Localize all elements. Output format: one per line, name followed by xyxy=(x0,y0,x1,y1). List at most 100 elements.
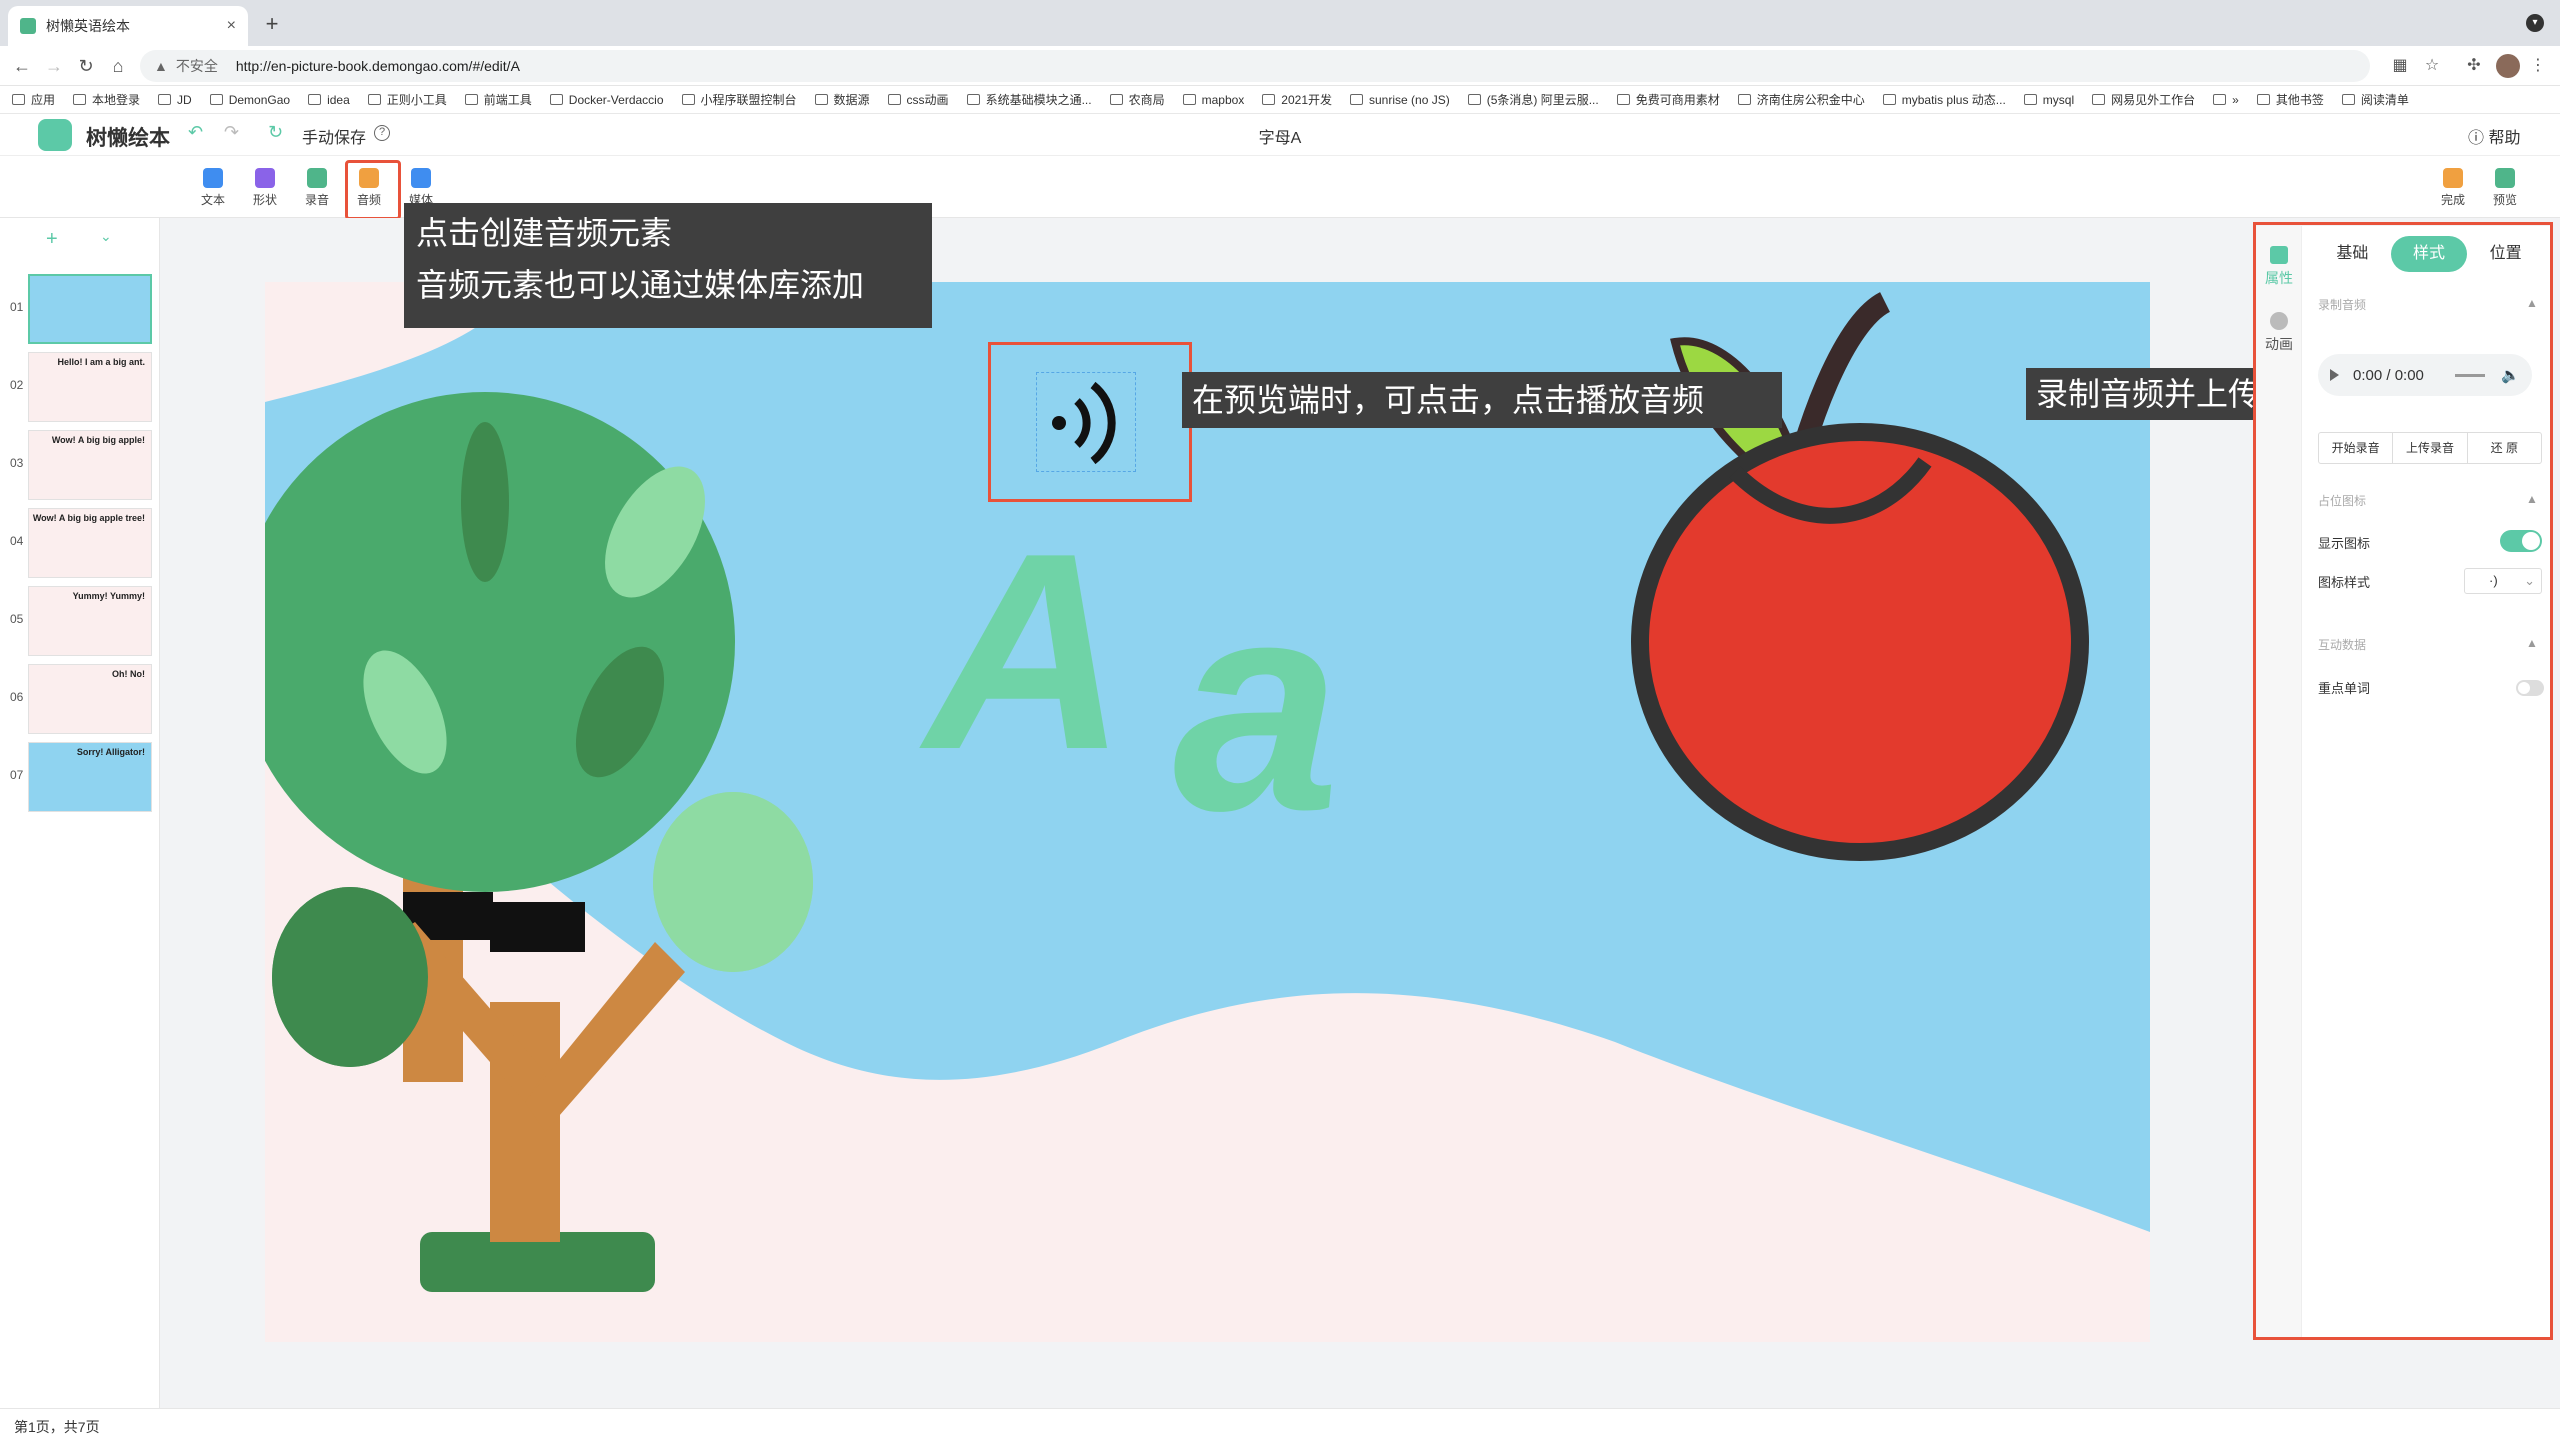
slide-thumbnail[interactable] xyxy=(28,274,152,344)
profile-avatar[interactable] xyxy=(2496,54,2520,78)
url-text: http://en-picture-book.demongao.com/#/ed… xyxy=(235,58,520,74)
bookmark-item[interactable]: 济南住房公积金中心 xyxy=(1737,91,1865,108)
bookmark-item[interactable]: » xyxy=(2213,93,2239,107)
bookmark-item[interactable]: 前端工具 xyxy=(464,91,532,108)
tool-media[interactable]: 媒体 xyxy=(400,168,442,208)
bookmark-item[interactable]: sunrise (no JS) xyxy=(1350,93,1450,107)
bookmark-item[interactable]: mysql xyxy=(2023,92,2075,107)
bookmark-item[interactable]: 阅读清单 xyxy=(2341,91,2409,108)
bookmark-item[interactable]: 数据源 xyxy=(814,91,870,108)
bookmark-label: 本地登录 xyxy=(92,93,141,107)
redo-icon[interactable]: ↷ xyxy=(224,122,239,143)
folder-icon xyxy=(73,94,87,105)
home-icon[interactable]: ⌂ xyxy=(106,54,130,78)
bookmark-label: (5条消息) 阿里云服... xyxy=(1486,93,1599,107)
bookmark-item[interactable]: 网易见外工作台 xyxy=(2092,91,2195,108)
tab-search-icon[interactable]: ▾ xyxy=(2526,14,2544,32)
bookmark-label: 免费可商用素材 xyxy=(1635,93,1720,107)
document-title: 字母A xyxy=(1258,130,1302,147)
tool-text[interactable]: 文本 xyxy=(192,168,234,208)
sound-wave-icon xyxy=(1052,381,1116,465)
qr-icon[interactable]: ▦ xyxy=(2390,56,2410,76)
slide-thumbnail[interactable]: Oh! No! xyxy=(28,664,152,734)
slide-number: 03 xyxy=(10,456,24,470)
letter-lower[interactable]: a xyxy=(1173,532,1340,878)
bookmark-item[interactable]: 农商局 xyxy=(1109,91,1165,108)
folder-icon xyxy=(1882,94,1896,105)
text-tool-icon xyxy=(203,168,223,188)
slide-canvas[interactable]: A a xyxy=(265,282,2150,1342)
slide-thumbnail[interactable]: Yummy! Yummy! xyxy=(28,586,152,656)
forward-icon[interactable]: → xyxy=(42,54,66,78)
tooltip-line: 音频元素也可以通过媒体库添加 xyxy=(416,267,865,303)
bookmark-item[interactable]: 2021开发 xyxy=(1262,91,1332,108)
done-icon xyxy=(2443,168,2463,188)
bookmark-label: mysql xyxy=(2042,92,2075,107)
bookmark-item[interactable]: mapbox xyxy=(1182,92,1245,107)
menu-icon[interactable]: ⋮ xyxy=(2528,56,2548,76)
bookmark-item[interactable]: Docker-Verdaccio xyxy=(549,93,664,107)
slide-thumbnail[interactable]: Wow! A big big apple! xyxy=(28,430,152,500)
preview-button[interactable]: 预览 xyxy=(2484,168,2526,208)
tool-record[interactable]: 录音 xyxy=(296,168,338,208)
slide-caption: Wow! A big big apple! xyxy=(51,435,145,445)
slide-thumbnail[interactable]: Sorry! Alligator! xyxy=(28,742,152,812)
done-button[interactable]: 完成 xyxy=(2432,168,2474,208)
folder-icon xyxy=(549,94,563,105)
tool-label: 文本 xyxy=(200,193,225,207)
shape-tool-icon xyxy=(255,168,275,188)
bookmark-label: mapbox xyxy=(1201,92,1245,107)
record-tool-icon xyxy=(307,168,327,188)
tab-title: 树懒英语绘本 xyxy=(46,18,130,34)
tab-close-icon[interactable]: × xyxy=(227,17,236,35)
bookmark-item[interactable]: 其他书签 xyxy=(2256,91,2324,108)
add-slide-icon[interactable]: + xyxy=(46,228,58,251)
bookmark-item[interactable]: 免费可商用素材 xyxy=(1616,91,1720,108)
bookmark-item[interactable]: 应用 xyxy=(12,91,55,108)
audio-tool-highlight xyxy=(345,160,401,220)
slide-thumbnail[interactable]: Wow! A big big apple tree! xyxy=(28,508,152,578)
bookmark-label: mybatis plus 动态... xyxy=(1901,93,2006,107)
bookmark-item[interactable]: JD xyxy=(158,93,192,107)
bookmark-item[interactable]: css动画 xyxy=(887,91,949,108)
bookmark-item[interactable]: DemonGao xyxy=(209,93,290,107)
slide-number: 01 xyxy=(10,300,24,314)
help-button[interactable]: ⓘ 帮助 xyxy=(2468,124,2520,148)
bookmark-item[interactable]: 系统基础模块之通... xyxy=(966,91,1092,108)
chevron-down-icon[interactable]: ⌄ xyxy=(100,228,112,245)
app-logo xyxy=(38,119,72,151)
browser-toolbar: ← → ↻ ⌂ ▲ 不安全 http://en-picture-book.dem… xyxy=(0,46,2560,86)
folder-icon xyxy=(12,94,25,105)
tooltip-line: 点击创建音频元素 xyxy=(416,215,673,251)
bookmark-label: idea xyxy=(327,92,350,107)
star-icon[interactable]: ☆ xyxy=(2422,56,2442,76)
audio-element[interactable] xyxy=(1036,372,1136,472)
bookmark-label: 前端工具 xyxy=(483,93,532,107)
letter-upper[interactable]: A xyxy=(925,492,1127,813)
save-mode-label[interactable]: 手动保存 xyxy=(302,124,366,148)
help-circle-icon[interactable]: ? xyxy=(374,125,390,141)
new-tab-button[interactable]: + xyxy=(258,10,286,38)
folder-icon xyxy=(2092,94,2106,105)
back-icon[interactable]: ← xyxy=(10,54,34,78)
slide-caption: Sorry! Alligator! xyxy=(76,747,145,757)
property-panel-highlight xyxy=(2253,222,2553,1340)
bookmark-item[interactable]: 小程序联盟控制台 xyxy=(681,91,797,108)
bookmark-item[interactable]: 本地登录 xyxy=(73,91,140,108)
address-bar[interactable]: ▲ 不安全 http://en-picture-book.demongao.co… xyxy=(140,50,2370,82)
bookmark-item[interactable]: mybatis plus 动态... xyxy=(1882,91,2006,108)
tool-shape[interactable]: 形状 xyxy=(244,168,286,208)
bookmark-label: 小程序联盟控制台 xyxy=(700,93,797,107)
browser-tab[interactable]: 树懒英语绘本 × xyxy=(8,6,248,46)
slide-thumbnail[interactable]: Hello! I am a big ant. xyxy=(28,352,152,422)
slide-number: 02 xyxy=(10,378,24,392)
undo-icon[interactable]: ↶ xyxy=(188,122,203,143)
folder-icon xyxy=(887,94,901,105)
extensions-icon[interactable]: ✣ xyxy=(2464,56,2484,76)
reload-icon[interactable]: ↻ xyxy=(74,54,98,78)
refresh-icon[interactable]: ↻ xyxy=(268,122,283,143)
favicon-icon xyxy=(20,18,36,34)
bookmark-item[interactable]: idea xyxy=(308,93,350,107)
bookmark-item[interactable]: (5条消息) 阿里云服... xyxy=(1467,91,1599,108)
bookmark-item[interactable]: 正则小工具 xyxy=(367,91,447,108)
